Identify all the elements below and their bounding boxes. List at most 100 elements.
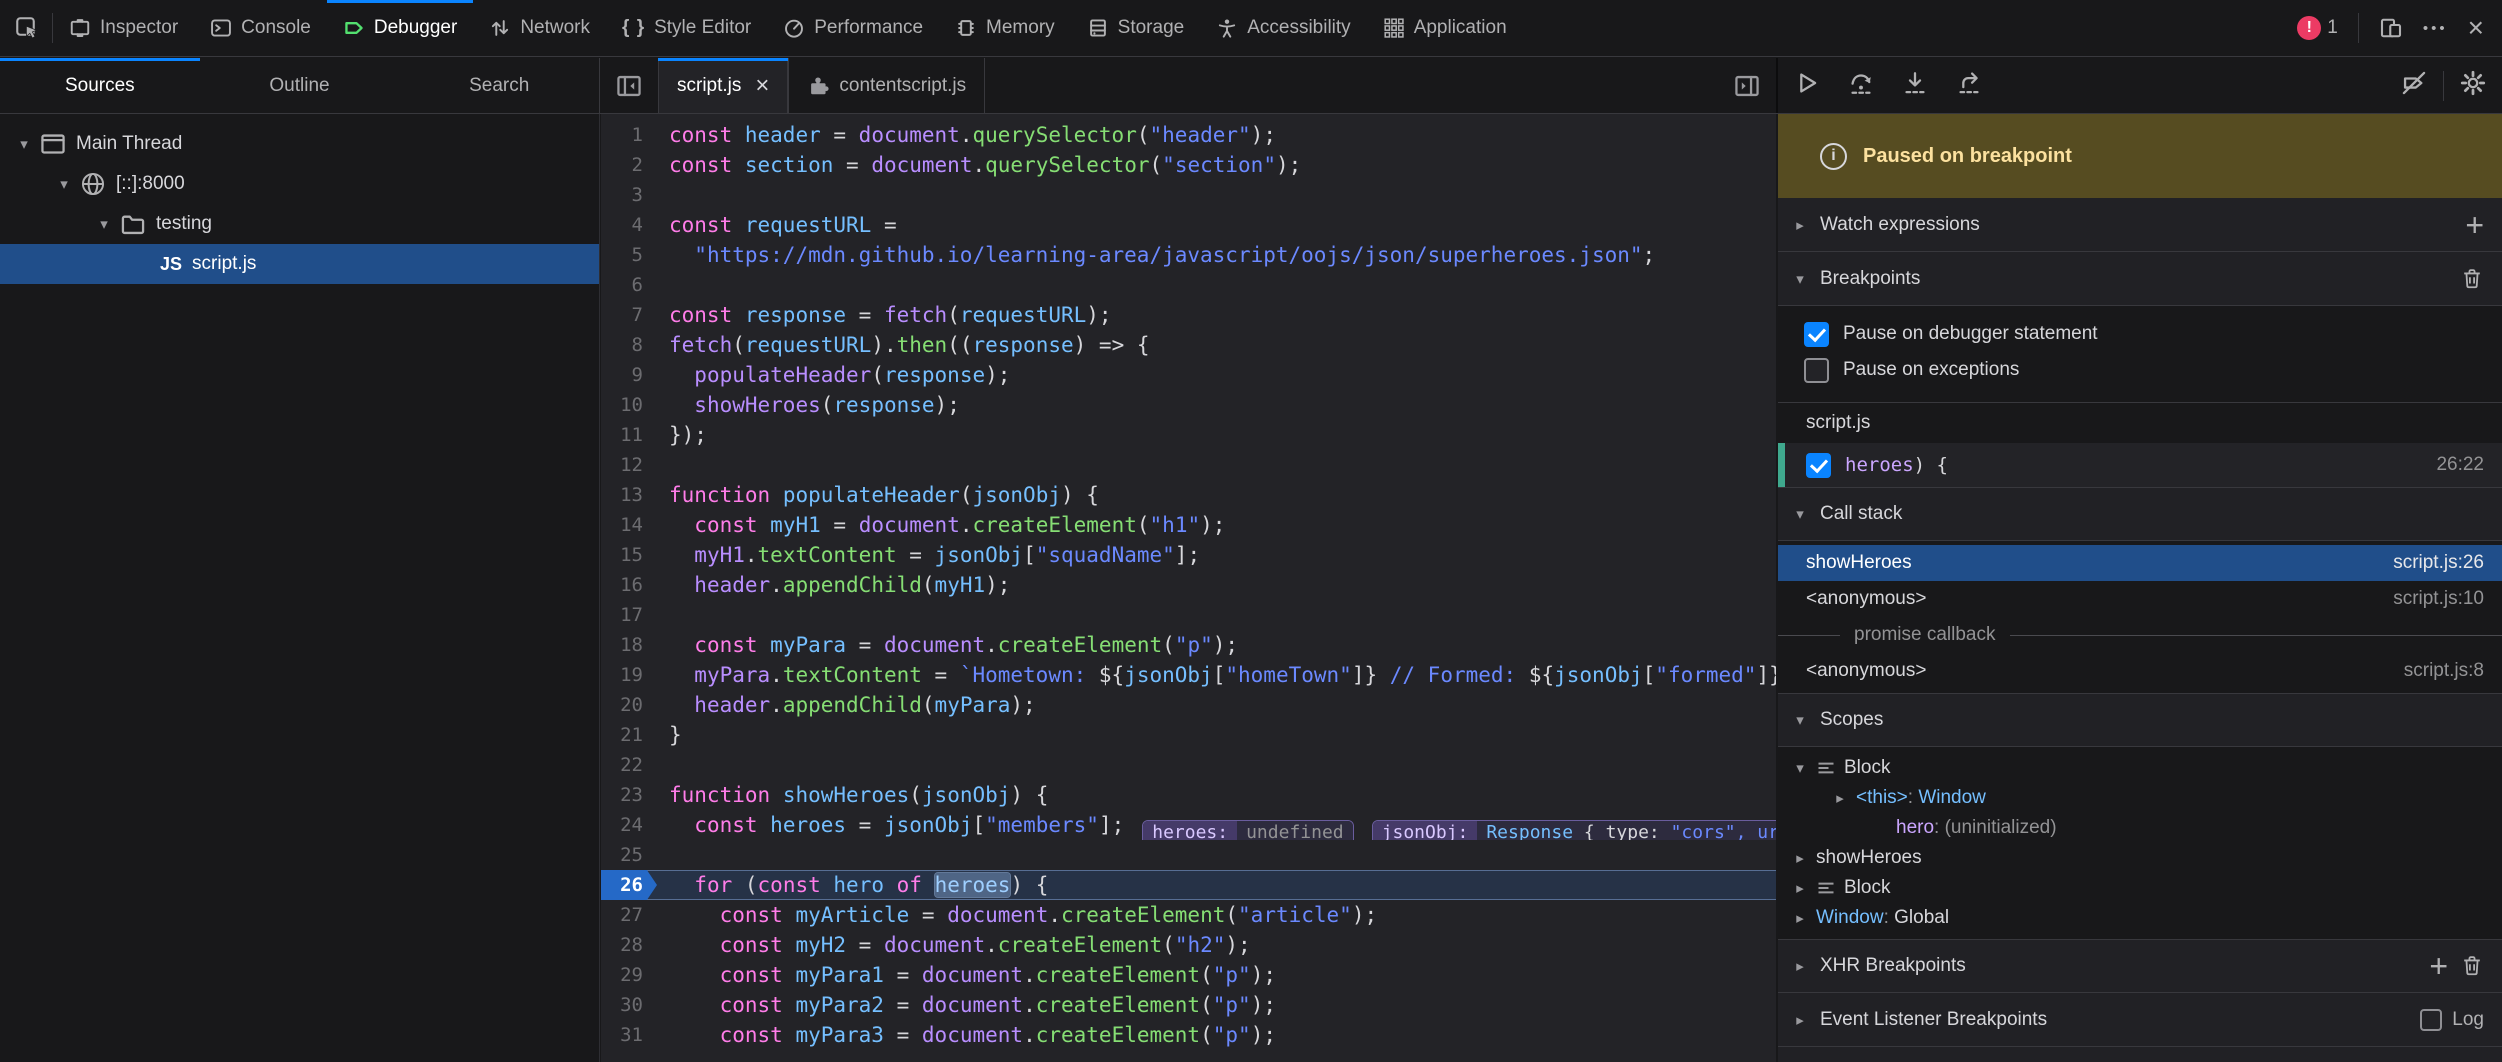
- toolbar-tab-memory[interactable]: Memory: [939, 0, 1071, 56]
- close-icon[interactable]: ×: [2468, 14, 2484, 42]
- toolbar-tab-storage[interactable]: Storage: [1071, 0, 1201, 56]
- sidebar-tab-outline[interactable]: Outline: [200, 58, 400, 113]
- breakpoint-option[interactable]: Pause on debugger statement: [1778, 316, 2502, 352]
- line-number[interactable]: 13: [601, 480, 657, 510]
- code-line[interactable]: 25: [601, 840, 1776, 870]
- line-number[interactable]: 7: [601, 300, 657, 330]
- line-number[interactable]: 27: [601, 900, 657, 930]
- code-line[interactable]: 6: [601, 270, 1776, 300]
- sidebar-tab-search[interactable]: Search: [399, 58, 599, 113]
- call-stack-frame[interactable]: showHeroesscript.js:26: [1778, 545, 2502, 581]
- source-tab-script.js[interactable]: script.js×: [658, 58, 788, 113]
- scope-row[interactable]: ▸Window: Global: [1778, 903, 2502, 933]
- tree-item-MainThread[interactable]: ▾Main Thread: [0, 124, 599, 164]
- line-number[interactable]: 15: [601, 540, 657, 570]
- scope-row[interactable]: ▸Block: [1778, 873, 2502, 903]
- line-number[interactable]: 6: [601, 270, 657, 300]
- inline-preview-badge[interactable]: heroes:undefined: [1142, 820, 1353, 841]
- sidebar-tab-sources[interactable]: Sources: [0, 58, 200, 113]
- tree-item-script.js[interactable]: JSscript.js: [0, 244, 599, 284]
- code-line[interactable]: 30 const myPara2 = document.createElemen…: [601, 990, 1776, 1020]
- line-number[interactable]: 10: [601, 390, 657, 420]
- code-line[interactable]: 4const requestURL =: [601, 210, 1776, 240]
- step-out-button[interactable]: [1956, 70, 1982, 101]
- add-watch-expression-button[interactable]: +: [2465, 209, 2484, 241]
- checkbox-checked[interactable]: [1804, 322, 1829, 347]
- scope-row[interactable]: hero: (uninitialized): [1778, 813, 2502, 843]
- toolbar-tab-accessibility[interactable]: Accessibility: [1200, 0, 1366, 56]
- line-number[interactable]: 19: [601, 660, 657, 690]
- code-line[interactable]: 5 "https://mdn.github.io/learning-area/j…: [601, 240, 1776, 270]
- line-number[interactable]: 14: [601, 510, 657, 540]
- settings-button[interactable]: [2460, 70, 2486, 101]
- line-number[interactable]: 2: [601, 150, 657, 180]
- code-line[interactable]: 7const response = fetch(requestURL);: [601, 300, 1776, 330]
- breakpoint-entry[interactable]: heroes) {26:22: [1778, 443, 2502, 487]
- line-number[interactable]: 9: [601, 360, 657, 390]
- code-line[interactable]: 12: [601, 450, 1776, 480]
- code-editor[interactable]: 1const header = document.querySelector("…: [601, 114, 1776, 1062]
- line-number[interactable]: 3: [601, 180, 657, 210]
- line-number[interactable]: 26: [601, 870, 657, 900]
- toolbar-tab-debugger[interactable]: Debugger: [327, 0, 473, 56]
- error-count-badge[interactable]: ! 1: [2297, 16, 2338, 40]
- line-number[interactable]: 28: [601, 930, 657, 960]
- event-listener-breakpoints-header[interactable]: ▸ Event Listener Breakpoints Log: [1778, 993, 2502, 1047]
- code-line[interactable]: 13function populateHeader(jsonObj) {: [601, 480, 1776, 510]
- line-number[interactable]: 21: [601, 720, 657, 750]
- code-line[interactable]: 16 header.appendChild(myH1);: [601, 570, 1776, 600]
- trash-icon[interactable]: [2460, 267, 2484, 291]
- add-xhr-breakpoint-button[interactable]: +: [2429, 950, 2448, 982]
- toolbar-tab-inspector[interactable]: Inspector: [53, 0, 194, 56]
- chevron-right-icon[interactable]: ▸: [1792, 909, 1808, 927]
- line-number[interactable]: 8: [601, 330, 657, 360]
- code-line[interactable]: 29 const myPara1 = document.createElemen…: [601, 960, 1776, 990]
- call-stack-frame[interactable]: <anonymous>script.js:10: [1778, 581, 2502, 617]
- code-line[interactable]: 17: [601, 600, 1776, 630]
- code-line[interactable]: 24 const heroes = jsonObj["members"];her…: [601, 810, 1776, 840]
- call-stack-frame[interactable]: <anonymous>script.js:8: [1778, 653, 2502, 689]
- code-line[interactable]: 23function showHeroes(jsonObj) {: [601, 780, 1776, 810]
- toolbar-tab-style-editor[interactable]: { }Style Editor: [606, 0, 767, 56]
- close-tab-icon[interactable]: ×: [755, 74, 769, 98]
- breakpoint-option[interactable]: Pause on exceptions: [1778, 352, 2502, 388]
- code-line[interactable]: 8fetch(requestURL).then((response) => {: [601, 330, 1776, 360]
- code-line[interactable]: 9 populateHeader(response);: [601, 360, 1776, 390]
- scope-row[interactable]: ▸showHeroes: [1778, 843, 2502, 873]
- chevron-down-icon[interactable]: ▾: [1792, 759, 1808, 777]
- line-number[interactable]: 16: [601, 570, 657, 600]
- line-number[interactable]: 24: [601, 810, 657, 840]
- toolbar-tab-console[interactable]: Console: [194, 0, 327, 56]
- trash-icon[interactable]: [2460, 954, 2484, 978]
- code-line[interactable]: 26 for (const hero of heroes) {: [601, 870, 1776, 900]
- checkbox-checked[interactable]: [1806, 453, 1831, 478]
- code-line[interactable]: 22: [601, 750, 1776, 780]
- line-number[interactable]: 4: [601, 210, 657, 240]
- code-line[interactable]: 27 const myArticle = document.createElem…: [601, 900, 1776, 930]
- responsive-design-icon[interactable]: [2379, 16, 2403, 40]
- breakpoints-header[interactable]: ▾ Breakpoints: [1778, 252, 2502, 306]
- dom-mutation-breakpoints-header[interactable]: ▸ DOM Mutation Breakpoints: [1778, 1047, 2502, 1062]
- code-line[interactable]: 18 const myPara = document.createElement…: [601, 630, 1776, 660]
- chevron-down-icon[interactable]: ▾: [54, 175, 74, 193]
- xhr-breakpoints-header[interactable]: ▸ XHR Breakpoints +: [1778, 939, 2502, 993]
- code-line[interactable]: 3: [601, 180, 1776, 210]
- resume-button[interactable]: [1794, 70, 1820, 101]
- line-number[interactable]: 23: [601, 780, 657, 810]
- call-stack-header[interactable]: ▾ Call stack: [1778, 487, 2502, 541]
- step-over-button[interactable]: [1848, 70, 1874, 101]
- line-number[interactable]: 31: [601, 1020, 657, 1050]
- tree-item-8000[interactable]: ▾[::]:8000: [0, 164, 599, 204]
- line-number[interactable]: 11: [601, 420, 657, 450]
- code-line[interactable]: 10 showHeroes(response);: [601, 390, 1776, 420]
- chevron-right-icon[interactable]: ▸: [1792, 849, 1808, 867]
- code-line[interactable]: 14 const myH1 = document.createElement("…: [601, 510, 1776, 540]
- chevron-down-icon[interactable]: ▾: [94, 215, 114, 233]
- code-line[interactable]: 15 myH1.textContent = jsonObj["squadName…: [601, 540, 1776, 570]
- line-number[interactable]: 5: [601, 240, 657, 270]
- scopes-header[interactable]: ▾ Scopes: [1778, 693, 2502, 747]
- line-number[interactable]: 1: [601, 120, 657, 150]
- chevron-down-icon[interactable]: ▾: [14, 135, 34, 153]
- scope-row[interactable]: ▾Block: [1778, 753, 2502, 783]
- chevron-right-icon[interactable]: ▸: [1832, 789, 1848, 807]
